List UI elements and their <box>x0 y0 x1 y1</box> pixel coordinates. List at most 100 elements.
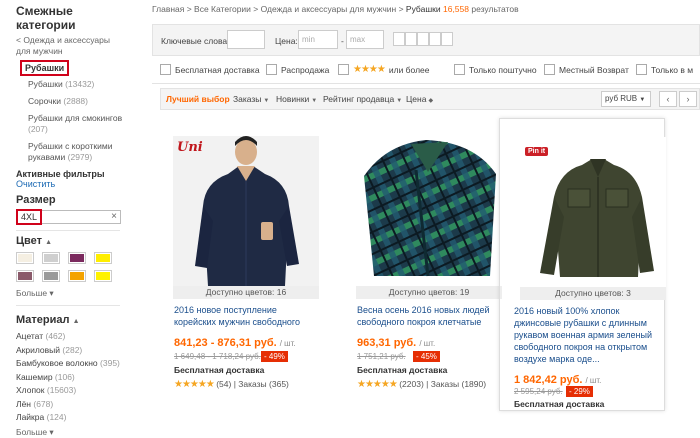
active-filters-row: Активные фильтры Очистить <box>16 169 128 189</box>
product-title[interactable]: 2016 новое поступление корейских мужчин … <box>174 304 316 328</box>
material-label: Бамбуковое волокно <box>16 358 98 368</box>
color-swatch[interactable] <box>42 252 60 264</box>
view-toggle-segment[interactable] <box>417 32 429 46</box>
color-swatch[interactable] <box>42 270 60 282</box>
view-toggle-segment[interactable] <box>429 32 441 46</box>
search-filter-bar: Ключевые слова: Цена: min - max <box>152 24 700 56</box>
local-return-checkbox[interactable]: Местный Возврат <box>544 64 629 75</box>
material-item[interactable]: Лён (678) <box>16 398 128 412</box>
color-swatch[interactable] <box>16 270 34 282</box>
material-title-label: Материал <box>16 314 70 326</box>
prev-page-button[interactable]: ‹ <box>659 91 677 107</box>
subcategory-item[interactable]: Рубашки (13432) <box>28 79 128 90</box>
material-count: (106) <box>54 371 75 382</box>
subcategory-item[interactable]: Сорочки (2888) <box>28 96 128 107</box>
free-shipping-label: Бесплатная доставка <box>357 365 448 375</box>
sort-price[interactable]: Цена ◆ <box>406 94 433 104</box>
color-swatch-fill <box>44 272 58 280</box>
product-title[interactable]: 2016 новый 100% хлопок джинсовые рубашки… <box>514 305 664 365</box>
product-image[interactable]: Uni <box>173 136 319 286</box>
current-category[interactable]: Рубашки <box>20 60 70 76</box>
currency-value: руб RUB <box>605 94 638 103</box>
keywords-input[interactable] <box>227 30 265 49</box>
reviews-count[interactable]: (2203) <box>399 379 424 389</box>
color-swatch-fill <box>96 254 110 262</box>
checkbox[interactable] <box>636 64 647 75</box>
sort-seller-rating[interactable]: Рейтинг продавца ▼ <box>323 94 402 104</box>
clear-filters-link[interactable]: Очистить <box>16 179 55 189</box>
single-only-checkbox[interactable]: Только поштучно <box>454 64 537 75</box>
pin-it-button[interactable]: Pin it <box>525 147 549 156</box>
material-item[interactable]: Лайкра (124) <box>16 411 128 425</box>
material-item[interactable]: Кашемир (106) <box>16 371 128 385</box>
subcategory-item[interactable]: Рубашки для смокингов (207) <box>28 113 128 135</box>
sort-orders[interactable]: Заказы ▼ <box>233 94 269 104</box>
material-count: (678) <box>33 398 54 409</box>
checkbox[interactable] <box>266 64 277 75</box>
rating-stars-icon: ★★★★★ <box>357 379 398 390</box>
color-swatch[interactable] <box>94 252 112 264</box>
results-count: 16,558 <box>442 4 469 14</box>
orders-count: Заказы (1890) <box>430 379 487 389</box>
reviews-count[interactable]: (54) <box>216 379 231 389</box>
checkbox[interactable] <box>454 64 465 75</box>
material-item[interactable]: Хлопок (15603) <box>16 384 128 398</box>
divider <box>16 230 120 231</box>
product-image[interactable] <box>356 136 502 286</box>
color-swatch[interactable] <box>68 252 86 264</box>
product-image[interactable] <box>520 137 666 287</box>
color-swatch[interactable] <box>68 270 86 282</box>
color-swatches <box>16 252 128 282</box>
checkbox[interactable] <box>160 64 171 75</box>
sort-new[interactable]: Новинки ▼ <box>276 94 317 104</box>
material-item[interactable]: Акриловый (282) <box>16 344 128 358</box>
material-label: Лён <box>16 398 31 409</box>
color-filter-title[interactable]: Цвет ▲ <box>16 235 128 247</box>
size-filter-remove-icon[interactable]: × <box>111 211 117 223</box>
color-swatch-fill <box>44 254 58 262</box>
material-label: Лайкра <box>16 412 45 422</box>
price-value: 963,31 руб. <box>357 337 417 349</box>
size-title: Размер <box>16 194 56 206</box>
product-title[interactable]: Весна осень 2016 новых людей свободного … <box>357 304 499 328</box>
material-count: (15603) <box>46 385 77 395</box>
brand-logo: Uni <box>177 140 203 155</box>
more-materials-link[interactable]: Больше ▾ <box>16 427 128 438</box>
color-swatch-fill <box>96 272 110 280</box>
view-toggle-segment[interactable] <box>393 32 405 46</box>
subcategory-item[interactable]: Рубашки с короткими рукавами (2979) <box>28 141 128 163</box>
color-swatch[interactable] <box>94 270 112 282</box>
free-shipping-checkbox[interactable]: Бесплатная доставка <box>160 64 260 75</box>
checkbox[interactable] <box>338 64 349 75</box>
only-in-checkbox[interactable]: Только в м <box>636 64 693 75</box>
size-filter-value: 4XL <box>16 209 43 225</box>
colors-available: Доступно цветов: 16 <box>173 286 319 299</box>
product-card[interactable]: Pin it Доступно цветов: 3 2016 новый 100… <box>499 118 666 411</box>
colors-available: Доступно цветов: 3 <box>520 287 666 300</box>
old-price: 1 649,48 - 1 718,24 руб. <box>174 352 261 361</box>
product-card[interactable]: Доступно цветов: 19 Весна осень 2016 нов… <box>335 118 505 411</box>
product-price: 841,23 - 876,31 руб. / шт. <box>174 337 296 349</box>
color-swatch[interactable] <box>16 252 34 264</box>
product-card[interactable]: Uni Доступно цветов: 16 2016 новое посту… <box>152 118 322 411</box>
checkbox[interactable] <box>544 64 555 75</box>
material-filter-title[interactable]: Материал ▲ <box>16 314 128 326</box>
next-page-button[interactable]: › <box>679 91 697 107</box>
sale-checkbox[interactable]: Распродажа <box>266 64 329 75</box>
breadcrumb-path[interactable]: Главная > Все Категории > Одежда и аксес… <box>152 4 406 14</box>
view-toggle-segment[interactable] <box>441 32 453 46</box>
rating-checkbox[interactable]: ★★★★ или более <box>338 64 430 75</box>
view-toggle-segment[interactable] <box>405 32 417 46</box>
material-item[interactable]: Бамбуковое волокно (395) <box>16 357 128 371</box>
currency-select[interactable]: руб RUB ▼ <box>601 91 651 107</box>
sort-best-match[interactable]: Лучший выбор <box>166 94 230 104</box>
more-colors-link[interactable]: Больше ▾ <box>16 288 128 299</box>
free-shipping-label: Бесплатная доставка <box>174 365 265 375</box>
subcategory-label: Сорочки <box>28 96 62 106</box>
rating-stars-icon: ★★★★★ <box>174 379 215 390</box>
price-max-input[interactable]: max <box>346 30 384 49</box>
price-min-input[interactable]: min <box>298 30 338 49</box>
material-item[interactable]: Ацетат (462) <box>16 330 128 344</box>
local-return-label: Местный Возврат <box>559 64 629 75</box>
parent-category-link[interactable]: < Одежда и аксессуары для мужчин <box>16 35 128 57</box>
